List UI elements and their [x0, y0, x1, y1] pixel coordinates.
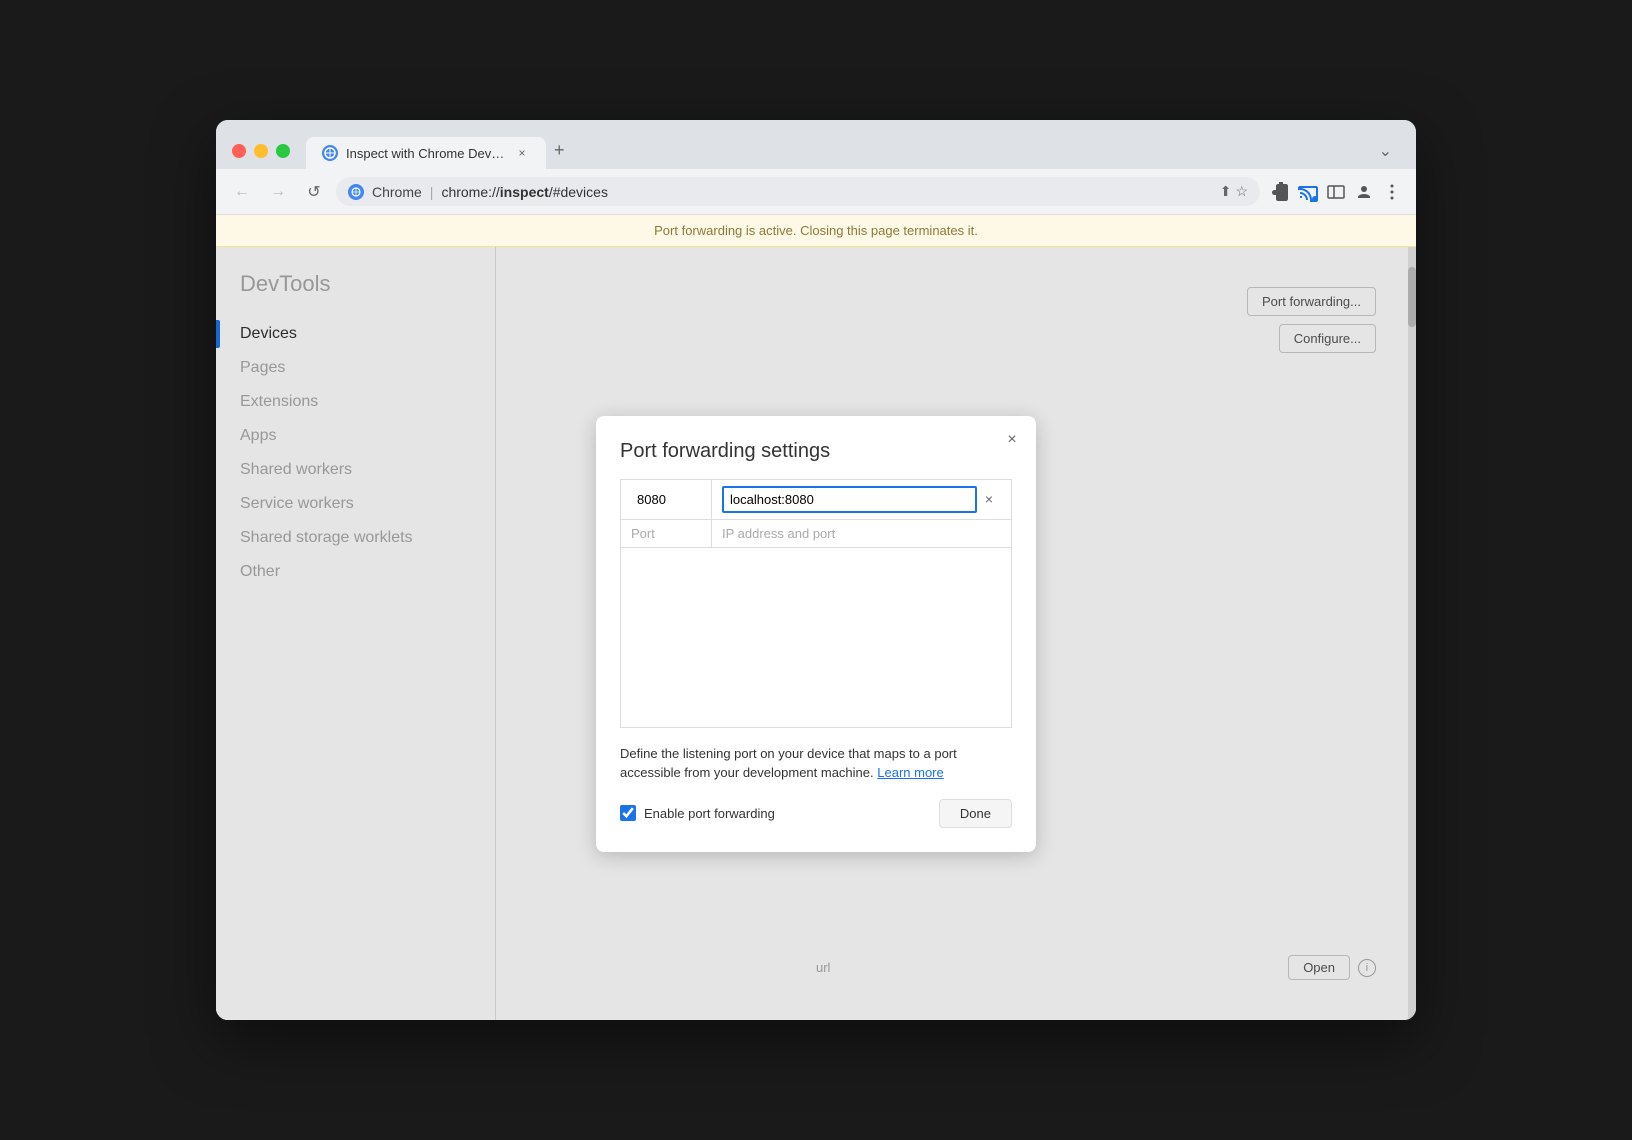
new-tab-button[interactable]: +: [546, 132, 573, 169]
done-button[interactable]: Done: [939, 799, 1012, 828]
title-bar: Inspect with Chrome Develope × + ⌄: [216, 120, 1416, 169]
address-url: chrome://inspect/#devices: [441, 184, 608, 200]
placeholder-address-cell: IP address and port: [712, 519, 1012, 547]
address-separator: |: [430, 184, 434, 200]
port-cell: [621, 479, 712, 519]
traffic-lights: [232, 144, 290, 158]
share-icon[interactable]: ⬆: [1220, 183, 1232, 200]
enable-port-forwarding-checkbox-label: Enable port forwarding: [620, 805, 927, 821]
close-window-button[interactable]: [232, 144, 246, 158]
reload-button[interactable]: ↺: [300, 178, 328, 206]
address-actions: ⬆ ☆: [1220, 183, 1248, 200]
toolbar: ← → ↺ Chrome | chrome://inspect/#devices…: [216, 169, 1416, 215]
browser-window: Inspect with Chrome Develope × + ⌄ ← → ↺…: [216, 120, 1416, 1020]
bookmark-icon[interactable]: ☆: [1235, 183, 1248, 200]
modal-footer: Enable port forwarding Done: [620, 799, 1012, 828]
address-cell: ×: [712, 479, 1012, 519]
modal-title: Port forwarding settings: [620, 440, 1012, 463]
minimize-window-button[interactable]: [254, 144, 268, 158]
main-content: DevTools Devices Pages Extensions Apps S…: [216, 247, 1416, 1020]
forward-button[interactable]: →: [264, 178, 292, 206]
table-empty-row: [621, 547, 1012, 727]
table-row-placeholder: Port IP address and port: [621, 519, 1012, 547]
tab-close-button[interactable]: ×: [514, 145, 530, 161]
port-forwarding-table: × Port IP address and port: [620, 479, 1012, 728]
extensions-icon[interactable]: [1268, 180, 1292, 204]
profile-icon[interactable]: [1352, 180, 1376, 204]
back-button[interactable]: ←: [228, 178, 256, 206]
cast-icon[interactable]: [1296, 180, 1320, 204]
port-placeholder-text: Port: [631, 526, 655, 541]
modal-close-button[interactable]: ×: [1000, 428, 1024, 452]
active-tab[interactable]: Inspect with Chrome Develope ×: [306, 137, 546, 169]
modal-description: Define the listening port on your device…: [620, 744, 1012, 783]
address-bar[interactable]: Chrome | chrome://inspect/#devices ⬆ ☆: [336, 177, 1260, 206]
port-input[interactable]: [631, 488, 701, 511]
menu-icon[interactable]: [1380, 180, 1404, 204]
address-placeholder-text: IP address and port: [722, 526, 835, 541]
maximize-window-button[interactable]: [276, 144, 290, 158]
tab-bar: Inspect with Chrome Develope × + ⌄: [306, 132, 1400, 169]
tab-list-button[interactable]: ⌄: [1371, 133, 1400, 169]
placeholder-port-cell: Port: [621, 519, 712, 547]
modal-overlay: × Port forwarding settings ×: [216, 247, 1416, 1020]
table-row-entry: ×: [621, 479, 1012, 519]
sidebar-icon[interactable]: [1324, 180, 1348, 204]
port-forwarding-banner: Port forwarding is active. Closing this …: [216, 215, 1416, 247]
port-forwarding-modal: × Port forwarding settings ×: [596, 416, 1036, 852]
delete-row-button[interactable]: ×: [977, 487, 1001, 511]
tab-title: Inspect with Chrome Develope: [346, 146, 506, 161]
enable-port-forwarding-checkbox[interactable]: [620, 805, 636, 821]
address-brand: Chrome: [372, 184, 422, 200]
address-input[interactable]: [722, 486, 977, 513]
tab-favicon-icon: [322, 145, 338, 161]
learn-more-link[interactable]: Learn more: [877, 765, 943, 780]
address-favicon-icon: [348, 184, 364, 200]
toolbar-actions: [1268, 180, 1404, 204]
